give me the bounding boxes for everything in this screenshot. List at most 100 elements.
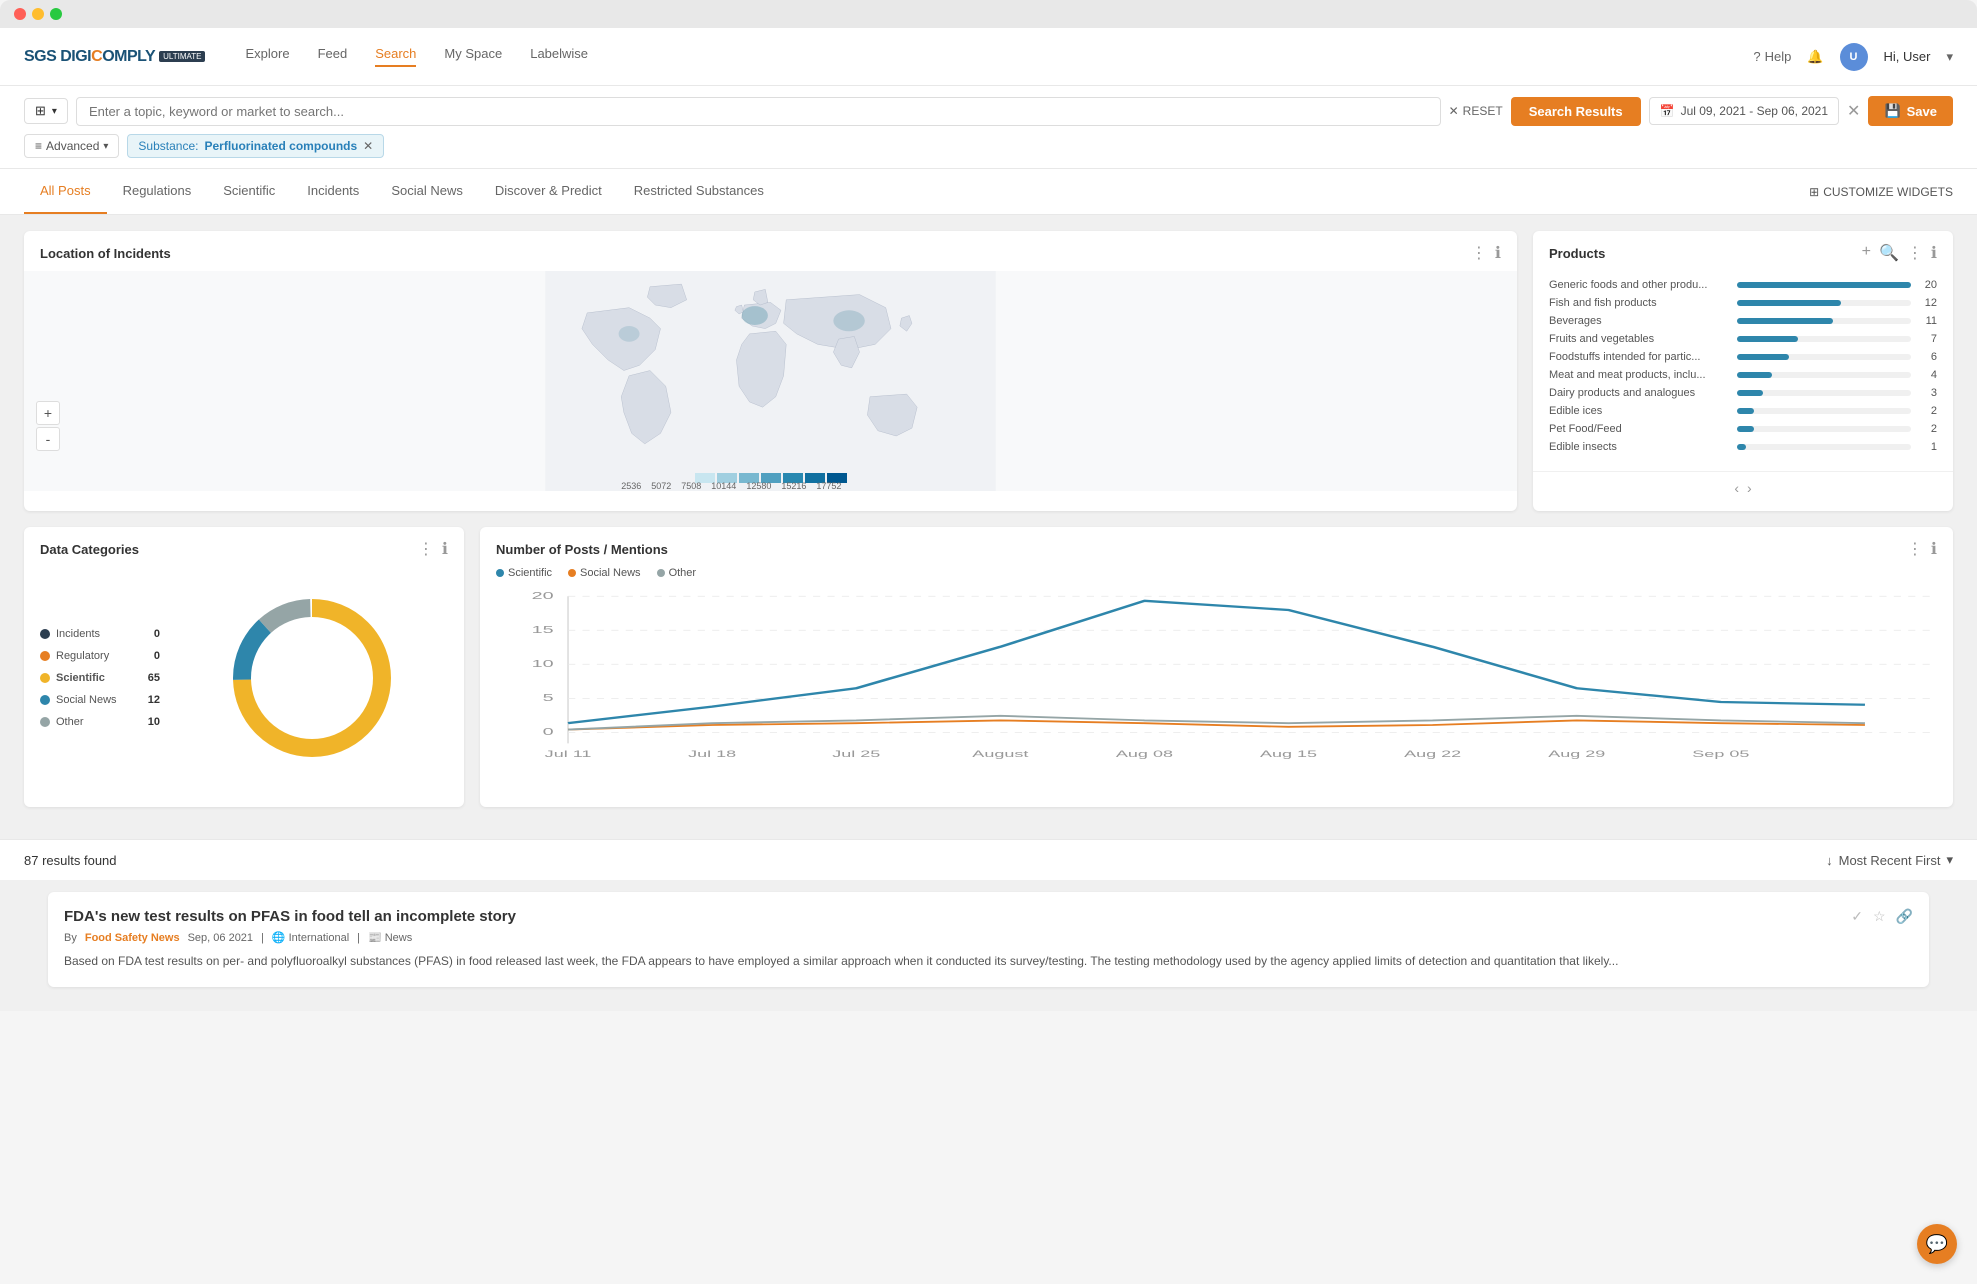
svg-text:20: 20 (532, 591, 554, 602)
checkmark-icon[interactable]: ✓ (1851, 908, 1863, 925)
nav-feed[interactable]: Feed (318, 46, 348, 67)
products-dots-icon[interactable]: ⋮ (1907, 243, 1923, 263)
maximize-button[interactable] (50, 8, 62, 20)
legend-label-6: 15216 (781, 481, 806, 491)
map-dots-icon[interactable]: ⋮ (1471, 243, 1487, 263)
mentions-widget-title: Number of Posts / Mentions (496, 542, 1907, 557)
mentions-info-icon[interactable]: ℹ (1931, 539, 1937, 559)
result-card: FDA's new test results on PFAS in food t… (48, 892, 1929, 987)
advanced-filter-button[interactable]: ≡ Advanced ▾ (24, 134, 119, 158)
list-item: Foodstuffs intended for partic... 6 (1549, 351, 1937, 363)
reset-button[interactable]: ✕ RESET (1449, 104, 1503, 118)
search-results-button[interactable]: Search Results (1511, 97, 1641, 126)
scientific-value: 65 (148, 672, 160, 684)
mentions-widget-actions: ⋮ ℹ (1907, 539, 1937, 559)
nav-explore[interactable]: Explore (245, 46, 289, 67)
filter-chevron-icon: ▾ (52, 106, 57, 117)
donut-widget-actions: ⋮ ℹ (418, 539, 448, 559)
link-icon[interactable]: 🔗 (1896, 908, 1913, 925)
zoom-in-button[interactable]: + (36, 401, 60, 425)
tab-social-news[interactable]: Social News (375, 169, 479, 214)
customize-widgets-button[interactable]: ⊞ CUSTOMIZE WIDGETS (1809, 185, 1953, 199)
legend-label-7: 17752 (816, 481, 841, 491)
results-container: FDA's new test results on PFAS in food t… (0, 880, 1977, 1011)
donut-dots-icon[interactable]: ⋮ (418, 539, 434, 559)
top-navigation: SGS DIGICOMPLY ULTIMATE Explore Feed Sea… (0, 28, 1977, 86)
calendar-icon: 📅 (1660, 104, 1675, 118)
product-count: 11 (1919, 315, 1937, 327)
product-bar-wrap (1737, 354, 1911, 360)
help-link[interactable]: ? Help (1753, 49, 1791, 64)
user-chevron-icon[interactable]: ▾ (1946, 49, 1953, 65)
svg-text:Jul 25: Jul 25 (832, 749, 880, 759)
tab-discover-predict[interactable]: Discover & Predict (479, 169, 618, 214)
tab-regulations[interactable]: Regulations (107, 169, 208, 214)
products-list: Generic foods and other produ... 20 Fish… (1533, 271, 1953, 471)
save-button[interactable]: 💾 Save (1868, 96, 1953, 126)
filter-icon-wrap[interactable]: ⊞ ▾ (24, 98, 68, 124)
products-search-icon[interactable]: 🔍 (1879, 243, 1899, 263)
tag-remove-icon[interactable]: ✕ (363, 139, 373, 153)
line-chart-svg: 20 15 10 5 0 Jul 11 Jul 18 Jul 25 August (496, 587, 1937, 771)
products-prev-icon[interactable]: ‹ (1734, 480, 1739, 496)
product-bar-wrap (1737, 282, 1911, 288)
content-tabs: All Posts Regulations Scientific Inciden… (0, 169, 1977, 215)
list-item: Fruits and vegetables 7 (1549, 333, 1937, 345)
legend-label-3: 7508 (681, 481, 701, 491)
save-icon: 💾 (1884, 103, 1900, 119)
products-info-icon[interactable]: ℹ (1931, 243, 1937, 263)
other-legend-label: Other (669, 567, 697, 579)
star-icon[interactable]: ☆ (1873, 908, 1886, 925)
nav-myspace[interactable]: My Space (444, 46, 502, 67)
tab-all-posts[interactable]: All Posts (24, 169, 107, 214)
social-news-dot (40, 695, 50, 705)
mac-titlebar (0, 0, 1977, 28)
location-incidents-widget: Location of Incidents ⋮ ℹ (24, 231, 1517, 511)
product-count: 6 (1919, 351, 1937, 363)
sort-button[interactable]: ↓ Most Recent First ▾ (1826, 852, 1953, 868)
donut-info-icon[interactable]: ℹ (442, 539, 448, 559)
products-navigation: ‹ › (1533, 471, 1953, 504)
data-categories-widget: Data Categories ⋮ ℹ Incidents 0 Regulato… (24, 527, 464, 807)
scientific-legend-label: Scientific (508, 567, 552, 579)
nav-labelwise[interactable]: Labelwise (530, 46, 588, 67)
nav-search[interactable]: Search (375, 46, 416, 67)
bell-icon: 🔔 (1807, 49, 1823, 64)
product-name: Fruits and vegetables (1549, 333, 1729, 345)
notification-icon[interactable]: 🔔 (1807, 49, 1823, 65)
product-bar-wrap (1737, 444, 1911, 450)
search-input[interactable] (89, 104, 1428, 119)
filter-row: ≡ Advanced ▾ Substance: Perfluorinated c… (24, 134, 1953, 158)
search-input-wrap[interactable] (76, 97, 1441, 126)
map-zoom-controls: + - (36, 401, 60, 451)
list-item: Dairy products and analogues 3 (1549, 387, 1937, 399)
product-bar-wrap (1737, 426, 1911, 432)
svg-text:Aug 15: Aug 15 (1260, 749, 1317, 759)
user-label[interactable]: Hi, User (1884, 49, 1931, 64)
legend-regulatory: Regulatory 0 (40, 650, 160, 662)
mentions-other-legend: Other (657, 567, 697, 579)
tab-scientific[interactable]: Scientific (207, 169, 291, 214)
zoom-out-button[interactable]: - (36, 427, 60, 451)
date-close-icon[interactable]: ✕ (1847, 101, 1860, 121)
products-next-icon[interactable]: › (1747, 480, 1752, 496)
map-container: + - 2536 5072 7508 10144 (24, 271, 1517, 491)
legend-scientific: Scientific 65 (40, 672, 160, 684)
tab-incidents[interactable]: Incidents (291, 169, 375, 214)
chat-bubble[interactable]: 💬 (1917, 1224, 1957, 1264)
map-info-icon[interactable]: ℹ (1495, 243, 1501, 263)
svg-text:Jul 18: Jul 18 (688, 749, 736, 759)
svg-text:10: 10 (532, 659, 554, 670)
date-range-picker[interactable]: 📅 Jul 09, 2021 - Sep 06, 2021 (1649, 97, 1839, 125)
tab-restricted-substances[interactable]: Restricted Substances (618, 169, 780, 214)
mentions-widget: Number of Posts / Mentions ⋮ ℹ Scientifi… (480, 527, 1953, 807)
result-source[interactable]: Food Safety News (85, 932, 180, 944)
incidents-dot (40, 629, 50, 639)
products-add-icon[interactable]: + (1862, 243, 1871, 263)
minimize-button[interactable] (32, 8, 44, 20)
filter-lines-icon: ≡ (35, 139, 42, 153)
mentions-dots-icon[interactable]: ⋮ (1907, 539, 1923, 559)
logo-badge: ULTIMATE (159, 51, 205, 62)
close-button[interactable] (14, 8, 26, 20)
svg-text:Aug 08: Aug 08 (1116, 749, 1173, 759)
